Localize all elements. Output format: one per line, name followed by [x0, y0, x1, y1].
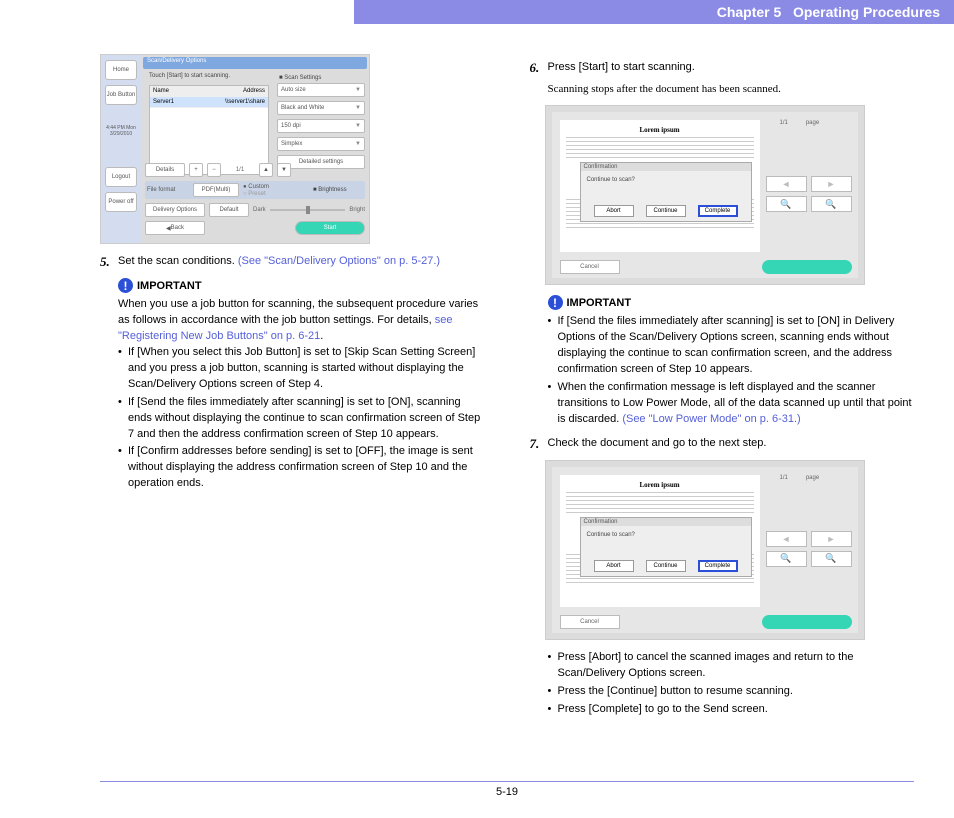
prev-page-button[interactable]: ▲ [259, 163, 273, 177]
complete-button[interactable]: Complete [698, 560, 738, 572]
step-5-number: 5. [100, 254, 114, 270]
nav-right-button[interactable]: ► [811, 531, 852, 547]
details-button[interactable]: Details [145, 163, 185, 177]
page-size-select[interactable]: Auto size▼ [277, 83, 365, 97]
figure-confirmation-dialog-1: Lorem ipsum Confirmation Continue to sca… [545, 105, 865, 285]
page-count: 1/1 [780, 120, 788, 126]
nav-left-button[interactable]: ◄ [766, 531, 807, 547]
brightness-label: ■ Brightness [313, 187, 363, 193]
step-6-text: Press [Start] to start scanning. [548, 60, 915, 76]
remove-button[interactable]: − [207, 163, 221, 177]
important-bullets-6: If [Send the files immediately after sca… [548, 314, 915, 428]
page-indicator: 1/1 [225, 167, 255, 173]
bullet-item: Press [Abort] to cancel the scanned imag… [548, 650, 915, 682]
step-7-bullets: Press [Abort] to cancel the scanned imag… [548, 650, 915, 718]
home-button[interactable]: Home [105, 60, 137, 80]
confirmation-dialog: Confirmation Continue to scan? Abort Con… [580, 517, 752, 577]
figure-confirmation-dialog-2: Lorem ipsum Confirmation Continue to sca… [545, 460, 865, 640]
clock-label: 4:44 PM Mon 3/29/2010 [103, 125, 139, 137]
page-count: 1/1 [780, 475, 788, 481]
job-button[interactable]: Job Button [105, 85, 137, 105]
important-label: IMPORTANT [137, 280, 202, 292]
bullet-item: If [Send the files immediately after sca… [548, 314, 915, 378]
bullet-item: If [Send the files immediately after sca… [118, 395, 485, 443]
start-button[interactable]: Start [295, 221, 365, 235]
important-icon: ! [548, 295, 563, 310]
next-page-button[interactable]: ▼ [277, 163, 291, 177]
step-6-number: 6. [530, 60, 544, 76]
bullet-item: Press [Complete] to go to the Send scree… [548, 702, 915, 718]
dpi-select[interactable]: 150 dpi▼ [277, 119, 365, 133]
preview-doc-title: Lorem ipsum [566, 126, 754, 134]
preview-doc-title: Lorem ipsum [566, 481, 754, 489]
step-7-number: 7. [530, 436, 544, 452]
dialog-title: Confirmation [581, 518, 751, 526]
figure-scan-delivery-options: Home Job Button 4:44 PM Mon 3/29/2010 Lo… [100, 54, 370, 244]
abort-button[interactable]: Abort [594, 205, 634, 217]
default-button[interactable]: Default [209, 203, 249, 217]
page-number: 5-19 [496, 786, 518, 798]
zoom-in-button[interactable]: 🔍 [766, 551, 807, 567]
important-intro: When you use a job button for scanning, … [118, 297, 485, 345]
bullet-item: If [Confirm addresses before sending] is… [118, 444, 485, 492]
link-scan-delivery-options[interactable]: (See "Scan/Delivery Options" on p. 5-27.… [238, 255, 440, 267]
bullet-item: Press the [Continue] button to resume sc… [548, 684, 915, 700]
right-column: 6. Press [Start] to start scanning. Scan… [530, 54, 915, 720]
link-low-power-mode[interactable]: (See "Low Power Mode" on p. 6-31.) [622, 413, 800, 425]
important-label: IMPORTANT [567, 297, 632, 309]
color-mode-select[interactable]: Black and White▼ [277, 101, 365, 115]
delivery-options-button[interactable]: Delivery Options [145, 203, 205, 217]
important-icon: ! [118, 278, 133, 293]
power-off-button[interactable]: Power off [105, 192, 137, 212]
page-label: page [806, 120, 819, 126]
step-6-sub: Scanning stops after the document has be… [548, 82, 915, 97]
screen-title-bar: Scan/Delivery Options [143, 57, 367, 69]
zoom-in-button[interactable]: 🔍 [766, 196, 807, 212]
important-bullets: If [When you select this Job Button] is … [118, 345, 485, 492]
dialog-message: Continue to scan? [581, 171, 751, 189]
step-7-text: Check the document and go to the next st… [548, 436, 915, 452]
chapter-header: Chapter 5 Operating Procedures [354, 0, 954, 24]
add-button[interactable]: + [189, 163, 203, 177]
step-5-text: Set the scan conditions. (See "Scan/Deli… [118, 254, 485, 270]
zoom-out-button[interactable]: 🔍 [811, 551, 852, 567]
cancel-button[interactable]: Cancel [560, 615, 620, 629]
instruction-label: Touch [Start] to start scanning. [149, 73, 230, 79]
brightness-slider[interactable] [270, 205, 346, 215]
zoom-out-button[interactable]: 🔍 [811, 196, 852, 212]
dialog-title: Confirmation [581, 163, 751, 171]
dialog-message: Continue to scan? [581, 526, 751, 544]
send-button[interactable] [762, 260, 852, 274]
back-button[interactable]: ◀ Back [145, 221, 205, 235]
send-button[interactable] [762, 615, 852, 629]
left-column: Home Job Button 4:44 PM Mon 3/29/2010 Lo… [100, 54, 485, 720]
cancel-button[interactable]: Cancel [560, 260, 620, 274]
chapter-number: Chapter 5 [717, 4, 782, 20]
continue-button[interactable]: Continue [646, 205, 686, 217]
file-format-label: File format [147, 187, 189, 193]
complete-button[interactable]: Complete [698, 205, 738, 217]
file-format-value[interactable]: PDF(Multi) [193, 183, 239, 197]
side-select[interactable]: Simplex▼ [277, 137, 365, 151]
logout-button[interactable]: Logout [105, 167, 137, 187]
bullet-item: If [When you select this Job Button] is … [118, 345, 485, 393]
chapter-title: Operating Procedures [793, 4, 940, 20]
page-footer: 5-19 [100, 781, 914, 798]
continue-button[interactable]: Continue [646, 560, 686, 572]
nav-right-button[interactable]: ► [811, 176, 852, 192]
page-label: page [806, 475, 819, 481]
destination-list[interactable]: NameAddress Server1\\server1\share [149, 85, 269, 175]
bullet-item: When the confirmation message is left di… [548, 380, 915, 428]
scan-settings-label: ■ Scan Settings [279, 75, 365, 81]
confirmation-dialog: Confirmation Continue to scan? Abort Con… [580, 162, 752, 222]
nav-left-button[interactable]: ◄ [766, 176, 807, 192]
abort-button[interactable]: Abort [594, 560, 634, 572]
